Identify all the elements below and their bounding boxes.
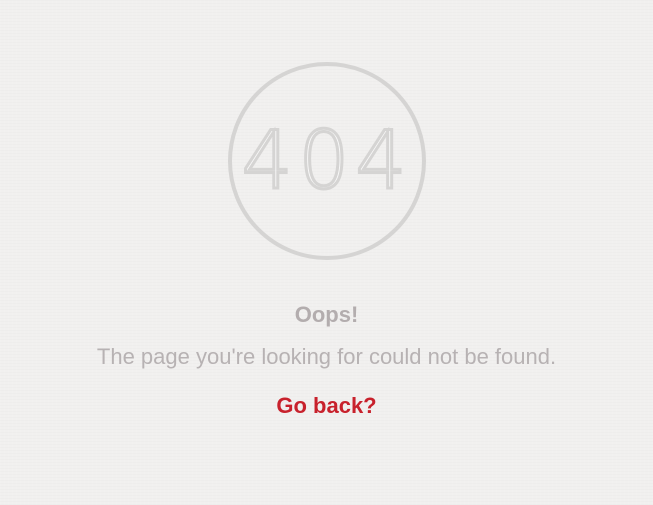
error-headline: Oops! <box>294 302 359 327</box>
error-code-badge: 404 <box>227 61 427 261</box>
error-message: The page you're looking for could not be… <box>96 344 557 369</box>
error-code: 404 <box>240 113 413 209</box>
go-back-link[interactable]: Go back? <box>0 393 653 419</box>
error-page: 404 Oops! The page you're looking for co… <box>0 0 653 505</box>
